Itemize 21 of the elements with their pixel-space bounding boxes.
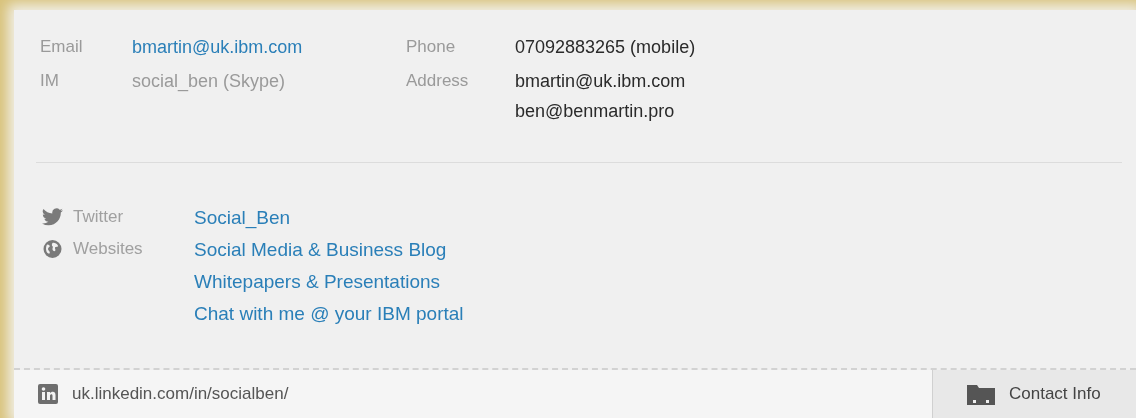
email-link[interactable]: bmartin@uk.ibm.com — [132, 36, 303, 58]
website-link[interactable]: Social_Ben — [194, 205, 291, 231]
contact-info-tab[interactable]: Contact Info — [932, 370, 1136, 418]
folder-icon — [967, 383, 995, 405]
twitter-bird-icon — [42, 208, 63, 226]
website-link[interactable]: Whitepapers & Presentations — [194, 269, 464, 295]
globe-icon — [42, 240, 63, 258]
field-value: ben@benmartin.pro — [515, 100, 676, 122]
field-label: Address — [406, 70, 470, 92]
field-label: Email — [40, 36, 84, 58]
field-value: 07092883265 (mobile) — [515, 36, 696, 58]
social-label: Websites — [73, 239, 143, 259]
field-label: Phone — [406, 36, 457, 58]
field-label: IM — [40, 70, 60, 92]
field-value: social_ben (Skype) — [132, 70, 286, 92]
website-link[interactable]: Chat with me @ your IBM portal — [194, 301, 464, 327]
linkedin-icon[interactable] — [38, 384, 58, 404]
profile-link[interactable]: uk.linkedin.com/in/socialben/ — [72, 384, 289, 404]
social-label: Twitter — [73, 207, 124, 227]
field-value: bmartin@uk.ibm.com — [515, 70, 686, 92]
website-link[interactable]: Social Media & Business Blog — [194, 237, 464, 263]
